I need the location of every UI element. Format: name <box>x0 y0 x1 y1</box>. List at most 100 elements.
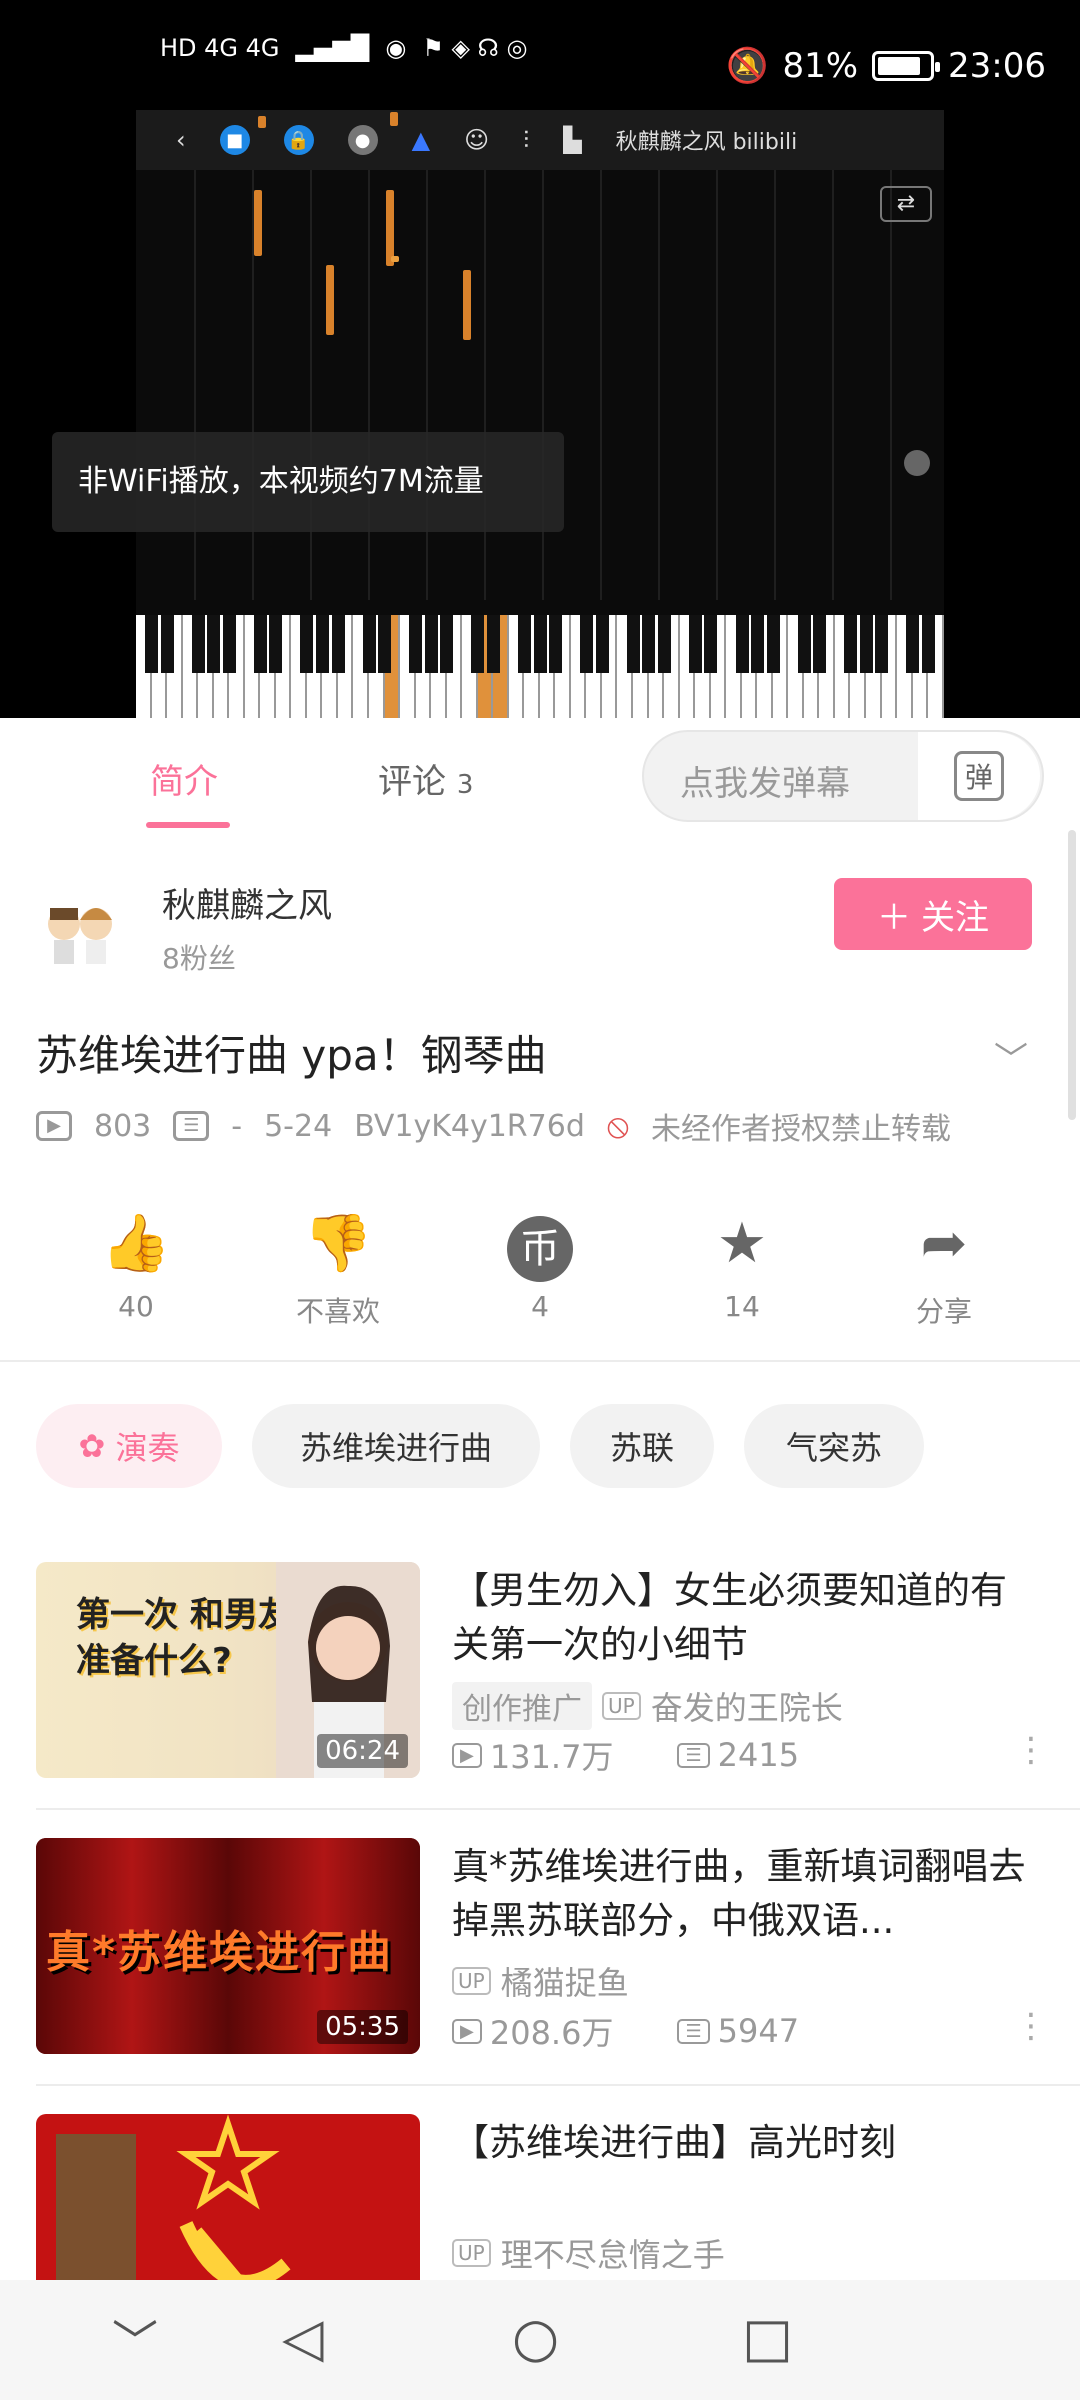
danmaku-count-icon: ☰ <box>677 1742 710 1768</box>
piano-black-key <box>688 615 702 673</box>
view-count: 803 <box>94 1108 152 1144</box>
view-count: 208.6万 <box>489 2014 614 2052</box>
video-thumbnail[interactable] <box>36 2114 420 2280</box>
back-icon[interactable]: ◁ <box>282 2306 324 2369</box>
tag-performance[interactable]: ✿ 演奏 <box>36 1404 222 1488</box>
piano-black-key <box>191 615 205 673</box>
tag-soviet-march[interactable]: 苏维埃进行曲 <box>252 1404 540 1488</box>
mute-icon: 🔕 <box>726 46 769 86</box>
more-options-icon[interactable]: ⋮ <box>1014 1730 1048 1770</box>
handle-dot[interactable] <box>904 450 930 476</box>
lock-icon[interactable]: 🔒 <box>283 125 314 155</box>
danmaku-placeholder: 点我发弹幕 <box>680 764 850 804</box>
status-bar: HD 4G 4G ▂▄▆█ ◉ ⚑ ◈ ☊ ◎ 🔕 81% 23:06 <box>0 0 1080 100</box>
note-lane <box>600 170 602 600</box>
battery-fill <box>878 57 921 75</box>
note-lane <box>716 170 718 600</box>
piano-black-key <box>517 615 531 673</box>
square-icon[interactable]: ■ <box>219 125 250 155</box>
note-lane <box>658 170 660 600</box>
list-item[interactable]: 第一次 和男友约会 要准备什么? 06:24 【男生勿入】女生必须要知道的有关第… <box>0 1562 1080 1780</box>
video-thumbnail[interactable]: 真*苏维埃进行曲 05:35 <box>36 1838 420 2054</box>
more-options-icon[interactable]: ⋮ <box>1014 2006 1048 2046</box>
piano-black-key <box>595 615 609 673</box>
piano-black-key <box>642 615 656 673</box>
video-title[interactable]: 【男生勿入】女生必须要知道的有关第一次的小细节 <box>452 1564 1042 1674</box>
network-text: HD 4G 4G <box>160 34 280 62</box>
coin-icon: 币 <box>470 1208 610 1282</box>
dislike-button[interactable]: 👎 不喜欢 <box>268 1208 408 1330</box>
loop-icon[interactable]: ⇄ <box>880 186 932 222</box>
chevron-down-icon[interactable]: ﹀ <box>994 1032 1028 1081</box>
piano-black-key <box>300 615 314 673</box>
share-button[interactable]: ➦ 分享 <box>874 1208 1014 1330</box>
favorite-button[interactable]: ★ 14 <box>672 1208 812 1323</box>
note <box>386 190 394 266</box>
video-thumbnail[interactable]: 第一次 和男友约会 要准备什么? 06:24 <box>36 1562 420 1778</box>
video-title[interactable]: 【苏维埃进行曲】高光时刻 <box>452 2116 1042 2176</box>
piano-black-key <box>626 615 640 673</box>
piano-black-key <box>921 615 935 673</box>
video-player[interactable]: HD 4G 4G ▂▄▆█ ◉ ⚑ ◈ ☊ ◎ 🔕 81% 23:06 ‹ ■ … <box>0 0 1080 718</box>
coin-button[interactable]: 币 4 <box>470 1208 610 1323</box>
note-lane <box>542 170 544 600</box>
piano-black-key <box>766 615 780 673</box>
piano-black-key <box>145 615 159 673</box>
uploader-name[interactable]: 奋发的王院长 <box>651 1683 843 1729</box>
divider <box>36 1808 1080 1810</box>
tab-comments[interactable]: 评论 3 <box>378 754 473 803</box>
danmaku-count-icon: ☰ <box>173 1111 210 1141</box>
watermark: 秋麒麟之风 bilibili <box>615 130 798 155</box>
share-icon: ➦ <box>920 1211 968 1276</box>
list-item[interactable]: 真*苏维埃进行曲 05:35 真*苏维埃进行曲，重新填词翻唱去掉黑苏联部分，中俄… <box>0 1838 1080 2056</box>
note-lane <box>310 170 312 600</box>
piano-icon[interactable]: ▙ <box>563 126 581 154</box>
note <box>463 270 471 340</box>
video-title[interactable]: 真*苏维埃进行曲，重新填词翻唱去掉黑苏联部分，中俄双语... <box>452 1840 1042 1950</box>
uploader-name[interactable]: 理不尽怠惰之手 <box>501 2230 725 2276</box>
home-icon[interactable]: ○ <box>512 2306 559 2369</box>
piano-black-key <box>486 615 500 673</box>
note-lane <box>890 170 892 600</box>
divider <box>36 2084 1080 2086</box>
danmaku-input[interactable]: 点我发弹幕 弹 <box>642 730 1044 822</box>
list-item[interactable]: 【苏维埃进行曲】高光时刻 UP 理不尽怠惰之手 <box>0 2114 1080 2280</box>
piano-black-key <box>269 615 283 673</box>
note-lane <box>368 170 370 600</box>
avatar[interactable] <box>36 886 126 976</box>
bar-icon[interactable]: ▲ <box>412 126 430 154</box>
tab-intro[interactable]: 简介 <box>150 754 218 803</box>
tag-ussr[interactable]: 苏联 <box>570 1404 714 1488</box>
tab-comments-label: 评论 <box>378 762 446 802</box>
record-icon[interactable]: ● <box>347 125 378 155</box>
video-meta: ▶ 803 ☰ - 5-24 BV1yK4y1R76d ⦸ 未经作者授权禁止转载 <box>36 1104 951 1148</box>
like-button[interactable]: 👍 40 <box>66 1208 206 1323</box>
piano-black-key <box>331 615 345 673</box>
back-icon[interactable]: ‹ <box>176 126 186 154</box>
plus-icon: ＋ <box>877 897 911 938</box>
bvid: BV1yK4y1R76d <box>354 1108 585 1144</box>
mixer-icon[interactable]: ⫶ <box>523 126 529 154</box>
note <box>390 112 398 126</box>
face-icon[interactable]: ☺ <box>464 126 489 154</box>
up-icon: UP <box>602 1692 641 1720</box>
hide-nav-icon[interactable]: ﹀ <box>112 2306 158 2372</box>
note-lane <box>194 170 196 600</box>
danmaku-toggle-button[interactable]: 弹 <box>918 732 1040 820</box>
piano-black-key <box>253 615 267 673</box>
uploader-name[interactable]: 橘猫捉鱼 <box>501 1958 629 2004</box>
author-name[interactable]: 秋麒麟之风 <box>162 878 332 927</box>
tag-qitusu[interactable]: 气突苏 <box>744 1404 924 1488</box>
piano-visualizer: ‹ ■ 🔒 ● ▲ ☺ ⫶ ▙ 秋麒麟之风 bilibili ⇄ <box>136 110 944 718</box>
dislike-label: 不喜欢 <box>295 1295 380 1328</box>
piano-black-key <box>657 615 671 673</box>
note <box>326 265 334 335</box>
wifi-icon: ◉ <box>385 34 407 62</box>
piano-black-key <box>378 615 392 673</box>
no-repost-icon: ⦸ <box>606 1106 630 1146</box>
follow-button[interactable]: ＋ 关注 <box>834 878 1032 950</box>
scrollbar[interactable] <box>1068 830 1076 1120</box>
uploader-row: UP 理不尽怠惰之手 <box>452 2230 725 2276</box>
recents-icon[interactable]: □ <box>742 2306 793 2369</box>
piano-black-key <box>735 615 749 673</box>
